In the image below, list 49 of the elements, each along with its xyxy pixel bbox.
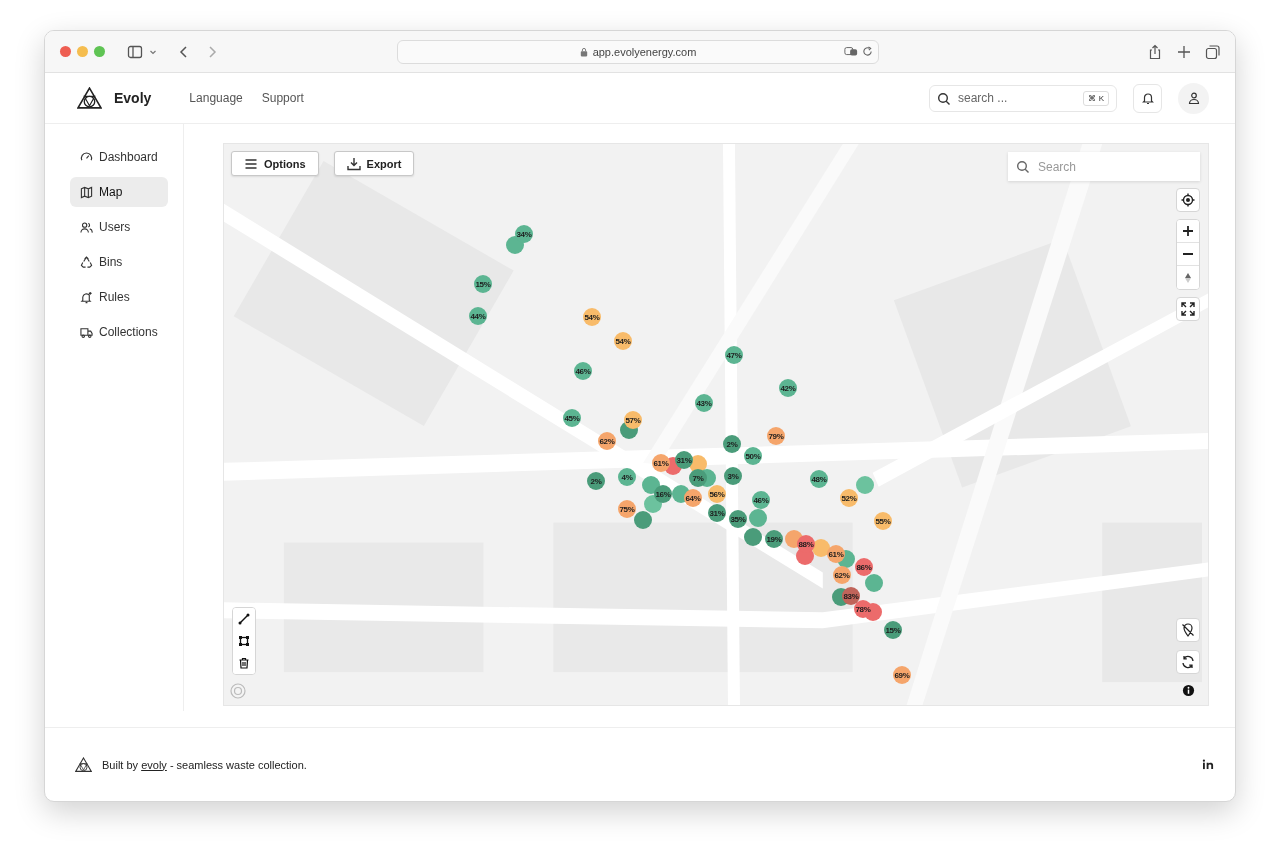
user-avatar-button[interactable]: [1178, 82, 1209, 114]
translate-icon[interactable]: [844, 46, 858, 57]
zoom-in-button[interactable]: [1177, 220, 1199, 243]
square-icon: [238, 635, 250, 647]
search-icon: [937, 91, 951, 106]
compass-icon: [1182, 271, 1194, 284]
search-icon: [1016, 160, 1030, 174]
options-button[interactable]: Options: [231, 151, 319, 176]
map-search-field[interactable]: Search: [1008, 152, 1200, 181]
crosshair-icon: [1181, 193, 1195, 207]
lock-icon: [579, 46, 588, 57]
footer-text: Built by evoly - seamless waste collection.: [102, 758, 307, 771]
sidebar-toggle-icon[interactable]: [127, 43, 143, 60]
bell-icon: [80, 290, 93, 304]
refresh-button[interactable]: [1176, 650, 1200, 674]
export-button[interactable]: Export: [333, 151, 415, 176]
map-icon: [80, 185, 93, 199]
tabs-overview-icon[interactable]: [1205, 43, 1221, 60]
trash-icon: [238, 657, 250, 669]
plus-icon: [1182, 225, 1194, 237]
nav-link[interactable]: Language: [189, 91, 243, 105]
linkedin-icon[interactable]: [1202, 759, 1215, 770]
footer-link[interactable]: evoly: [141, 758, 167, 771]
close-window-button[interactable]: [60, 46, 71, 57]
nav-link[interactable]: Support: [261, 91, 304, 105]
user-icon: [1186, 91, 1201, 105]
reload-icon[interactable]: [862, 46, 873, 57]
brand-name[interactable]: Evoly: [114, 90, 152, 106]
pin-off-icon: [1181, 623, 1195, 637]
address-bar[interactable]: app.evolyenergy.com: [397, 39, 879, 64]
refresh-icon: [1181, 655, 1195, 669]
locate-button[interactable]: [1176, 188, 1200, 212]
recycle-icon: [80, 255, 93, 269]
expand-icon: [1181, 302, 1195, 316]
download-icon: [346, 156, 361, 171]
line-icon: [238, 613, 250, 625]
new-tab-icon[interactable]: [1176, 43, 1192, 60]
hide-markers-button[interactable]: [1176, 618, 1200, 642]
truck-icon: [80, 325, 93, 339]
logo-icon[interactable]: [77, 86, 102, 110]
logo-icon: [75, 756, 92, 773]
info-icon[interactable]: [1181, 684, 1195, 697]
notifications-button[interactable]: [1133, 83, 1162, 113]
sidebar-item[interactable]: Map: [70, 177, 168, 207]
menu-icon: [244, 156, 258, 171]
users-icon: [80, 220, 93, 234]
fullscreen-button[interactable]: [1176, 297, 1200, 321]
bell-icon: [1140, 91, 1155, 105]
share-icon[interactable]: [1147, 43, 1163, 60]
